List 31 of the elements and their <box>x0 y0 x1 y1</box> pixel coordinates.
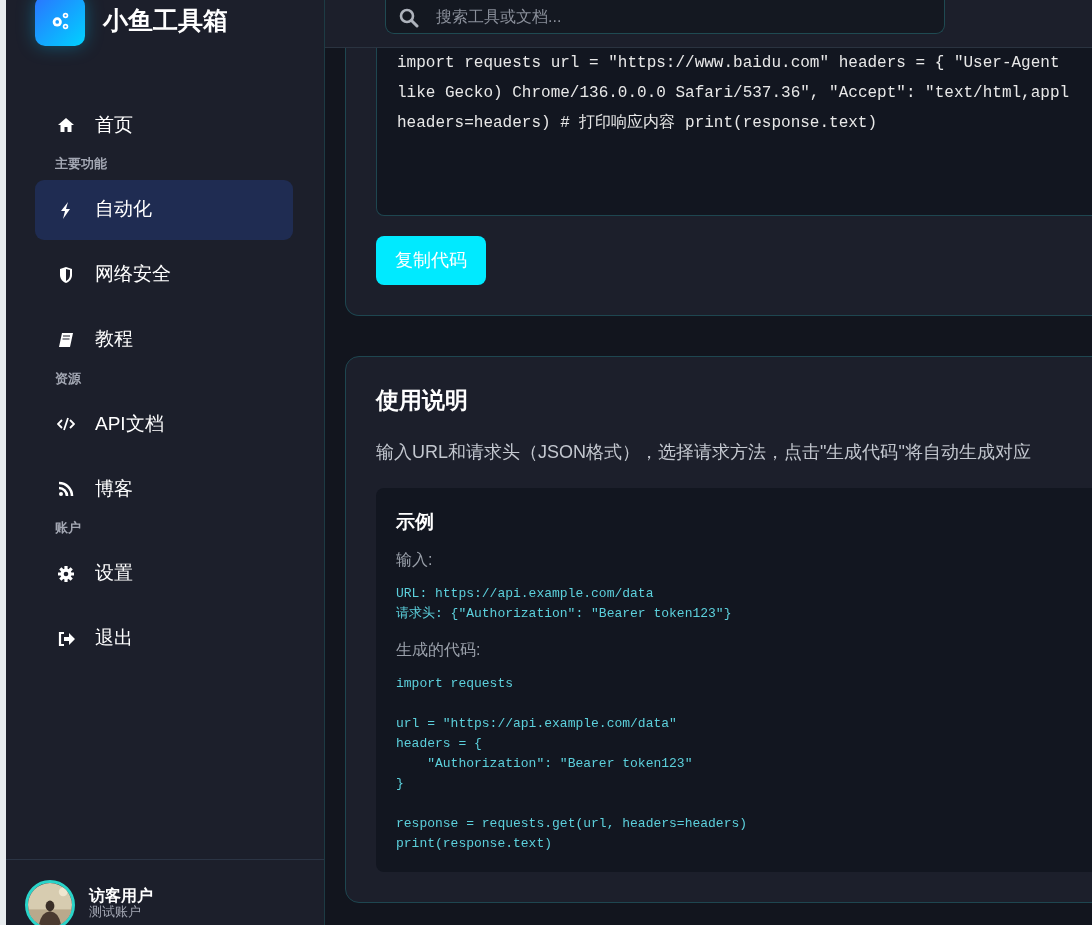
nav-item[interactable]: 设置 <box>35 543 293 604</box>
section-label: 资源 <box>54 369 82 388</box>
section-title: 使用说明 <box>376 387 469 415</box>
nav-item[interactable]: 网络安全 <box>35 244 293 305</box>
home-icon <box>57 116 75 134</box>
user-name: 访客用户 <box>89 886 153 905</box>
section-label: 账户 <box>54 519 82 537</box>
settings-icon <box>57 564 75 583</box>
shield-icon <box>57 265 75 284</box>
nav-item[interactable]: 退出 <box>35 608 293 669</box>
logout-icon <box>57 629 75 648</box>
section-label: 主要功能 <box>54 155 108 173</box>
search-field[interactable]: 搜索工具或文档... <box>385 0 945 34</box>
nav-item[interactable]: API文档 <box>35 394 293 454</box>
nav-item[interactable]: 博客 <box>35 459 293 519</box>
output-code: import requests url = "https://api.example.com/data" headers = { "Authorization": "Bearer token123" } response = requests.get(url, headers=headers) print(response.text) <box>396 675 749 854</box>
nav-item[interactable]: 自动化 <box>35 179 293 240</box>
instructions-text: 输入URL和请求头（JSON格式），选择请求方法，点击"生成代码"将自动生成对应 <box>376 440 1032 464</box>
input-code: URL: https://api.example.com/data 请求头: {"Authorization": "Bearer token123"} <box>396 585 733 624</box>
app-logo <box>35 0 85 46</box>
app-title: 小鱼工具箱 <box>103 5 228 37</box>
code-output[interactable]: import requests url = "https://www.baidu.com" headers = { "User-Agent like Gecko) Chrome/136.0.0.0 Safari/537.36", "Accept": "text/html,appl headers=headers) # 打印响应内容 print(response.text) <box>376 48 1092 216</box>
nav-item[interactable]: 首页 <box>35 95 293 155</box>
input-label: 输入: <box>396 550 434 571</box>
code-icon <box>57 415 75 433</box>
nav-item[interactable]: 教程 <box>35 309 293 370</box>
rss-icon <box>57 480 75 498</box>
output-label: 生成的代码: <box>396 640 482 661</box>
user-role: 测试账户 <box>89 905 142 920</box>
example-title: 示例 <box>396 509 435 534</box>
book-icon <box>57 330 75 349</box>
